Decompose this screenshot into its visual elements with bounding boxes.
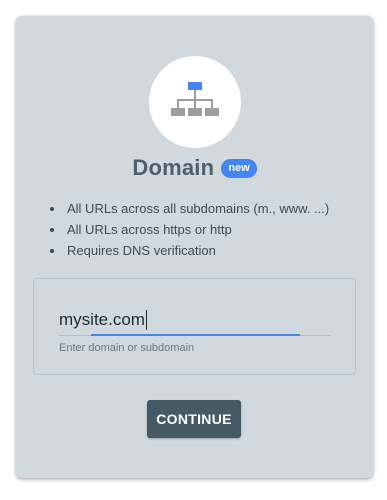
domain-property-card[interactable]: Domain new All URLs across all subdomain… xyxy=(16,16,373,478)
feature-item: All URLs across all subdomains (m., www.… xyxy=(50,198,367,219)
feature-list: All URLs across all subdomains (m., www.… xyxy=(49,198,367,261)
icon-circle xyxy=(149,56,241,148)
sitemap-icon xyxy=(171,82,219,116)
domain-input-box: Enter domain or subdomain xyxy=(33,278,356,375)
input-focus-underline xyxy=(91,334,300,336)
text-caret xyxy=(146,310,147,330)
feature-item: All URLs across https or http xyxy=(50,219,367,240)
title-row: Domain new xyxy=(16,152,373,184)
continue-button[interactable]: CONTINUE xyxy=(147,400,241,438)
card-title: Domain xyxy=(132,155,215,180)
helper-text: Enter domain or subdomain xyxy=(59,342,195,354)
new-badge: new xyxy=(221,158,257,178)
feature-item: Requires DNS verification xyxy=(50,240,367,261)
domain-input[interactable] xyxy=(59,305,331,335)
